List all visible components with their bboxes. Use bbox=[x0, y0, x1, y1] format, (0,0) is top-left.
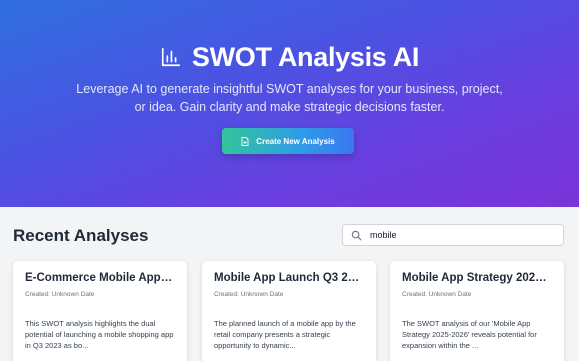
card-summary: The planned launch of a mobile app by th… bbox=[214, 319, 356, 350]
analysis-card[interactable]: Mobile App Launch Q3 2023 Created: Unkno… bbox=[202, 261, 376, 361]
search-box[interactable] bbox=[342, 224, 564, 246]
page-title: SWOT Analysis AI bbox=[191, 42, 420, 72]
create-analysis-label: Create New Analysis bbox=[256, 136, 335, 146]
new-document-icon bbox=[241, 136, 249, 146]
hero-subtitle: Leverage AI to generate insightful SWOT … bbox=[76, 82, 503, 114]
card-created-date: Created: Unknown Date bbox=[25, 291, 95, 298]
card-summary: This SWOT analysis highlights the dual p… bbox=[25, 319, 174, 350]
hero-title-row: SWOT Analysis AI bbox=[0, 42, 579, 72]
card-summary: The SWOT analysis of our 'Mobile App Str… bbox=[402, 319, 537, 350]
bar-chart-icon bbox=[161, 47, 180, 67]
recent-analyses-heading: Recent Analyses bbox=[13, 226, 149, 245]
card-title[interactable]: E-Commerce Mobile App L... bbox=[25, 272, 175, 284]
analysis-card[interactable]: E-Commerce Mobile App L... Created: Unkn… bbox=[13, 261, 187, 361]
hero-banner: SWOT Analysis AI Leverage AI to generate… bbox=[0, 0, 579, 207]
search-input[interactable] bbox=[370, 230, 550, 240]
card-title[interactable]: Mobile App Strategy 2025-... bbox=[402, 272, 552, 284]
analysis-card[interactable]: Mobile App Strategy 2025-... Created: Un… bbox=[390, 261, 564, 361]
card-created-date: Created: Unknown Date bbox=[214, 291, 284, 298]
search-icon bbox=[351, 230, 362, 240]
create-analysis-button[interactable]: Create New Analysis bbox=[222, 128, 354, 154]
card-created-date: Created: Unknown Date bbox=[402, 291, 472, 298]
card-title[interactable]: Mobile App Launch Q3 2023 bbox=[214, 272, 364, 284]
